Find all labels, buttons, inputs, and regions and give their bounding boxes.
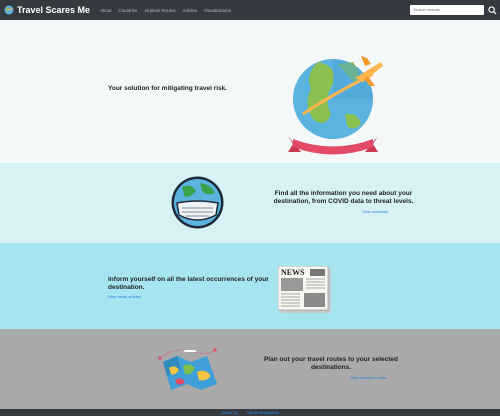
countries-text-line1: Find all the information you need about … — [274, 190, 413, 197]
routes-text-line1: Plan out your travel routes to your sele… — [263, 356, 398, 363]
nav-links: About Countries Airplane Routes Articles… — [100, 8, 238, 13]
articles-text-line2: destination. — [108, 284, 145, 291]
hero-section: Your solution for mitigating travel risk… — [0, 20, 500, 163]
search-icon[interactable] — [488, 6, 497, 15]
brand-title: Travel Scares Me — [17, 5, 91, 15]
globe-logo-icon — [4, 5, 14, 15]
countries-section: Find all the information you need about … — [0, 163, 500, 243]
nav-link-countries[interactable]: Countries — [119, 8, 138, 13]
nav-link-articles[interactable]: Articles — [183, 8, 197, 13]
routes-section: Plan out your travel routes to your sele… — [0, 329, 500, 409]
globe-airplane-icon — [288, 56, 383, 155]
footer-link-gitlab[interactable]: GitLab Repository — [247, 410, 279, 415]
newspaper-title: NEWS — [281, 268, 305, 277]
newspaper-icon: NEWS — [278, 266, 331, 313]
hero-text: Your solution for mitigating travel risk… — [108, 85, 228, 92]
footer: About Us GitLab Repository — [0, 409, 500, 416]
view-news-articles-link[interactable]: View news articles — [108, 294, 141, 299]
view-countries-link[interactable]: View countries — [362, 209, 388, 214]
countries-text: Find all the information you need about … — [256, 190, 431, 206]
brand[interactable]: Travel Scares Me — [4, 5, 90, 15]
nav-link-airplane-routes[interactable]: Airplane Routes — [144, 8, 175, 13]
articles-text-line1: Inform yourself on all the latest occurr… — [108, 276, 269, 283]
footer-link-about-us[interactable]: About Us — [221, 410, 237, 415]
nav-link-about[interactable]: About — [100, 8, 111, 13]
nav-link-visualizations[interactable]: Visualizations — [204, 8, 231, 13]
navbar: Travel Scares Me About Countries Airplan… — [0, 0, 500, 20]
articles-text: Inform yourself on all the latest occurr… — [108, 276, 288, 292]
routes-text-line2: destinations. — [310, 364, 352, 371]
search-input[interactable]: Search website — [410, 5, 484, 15]
masked-globe-icon — [171, 176, 224, 229]
articles-section: Inform yourself on all the latest occurr… — [0, 243, 500, 329]
routes-text: Plan out your travel routes to your sele… — [256, 356, 406, 372]
countries-text-line2: destination, from COVID data to threat l… — [273, 198, 414, 205]
view-airplane-routes-link[interactable]: View airplane routes — [350, 375, 386, 380]
world-map-route-icon — [158, 348, 217, 390]
